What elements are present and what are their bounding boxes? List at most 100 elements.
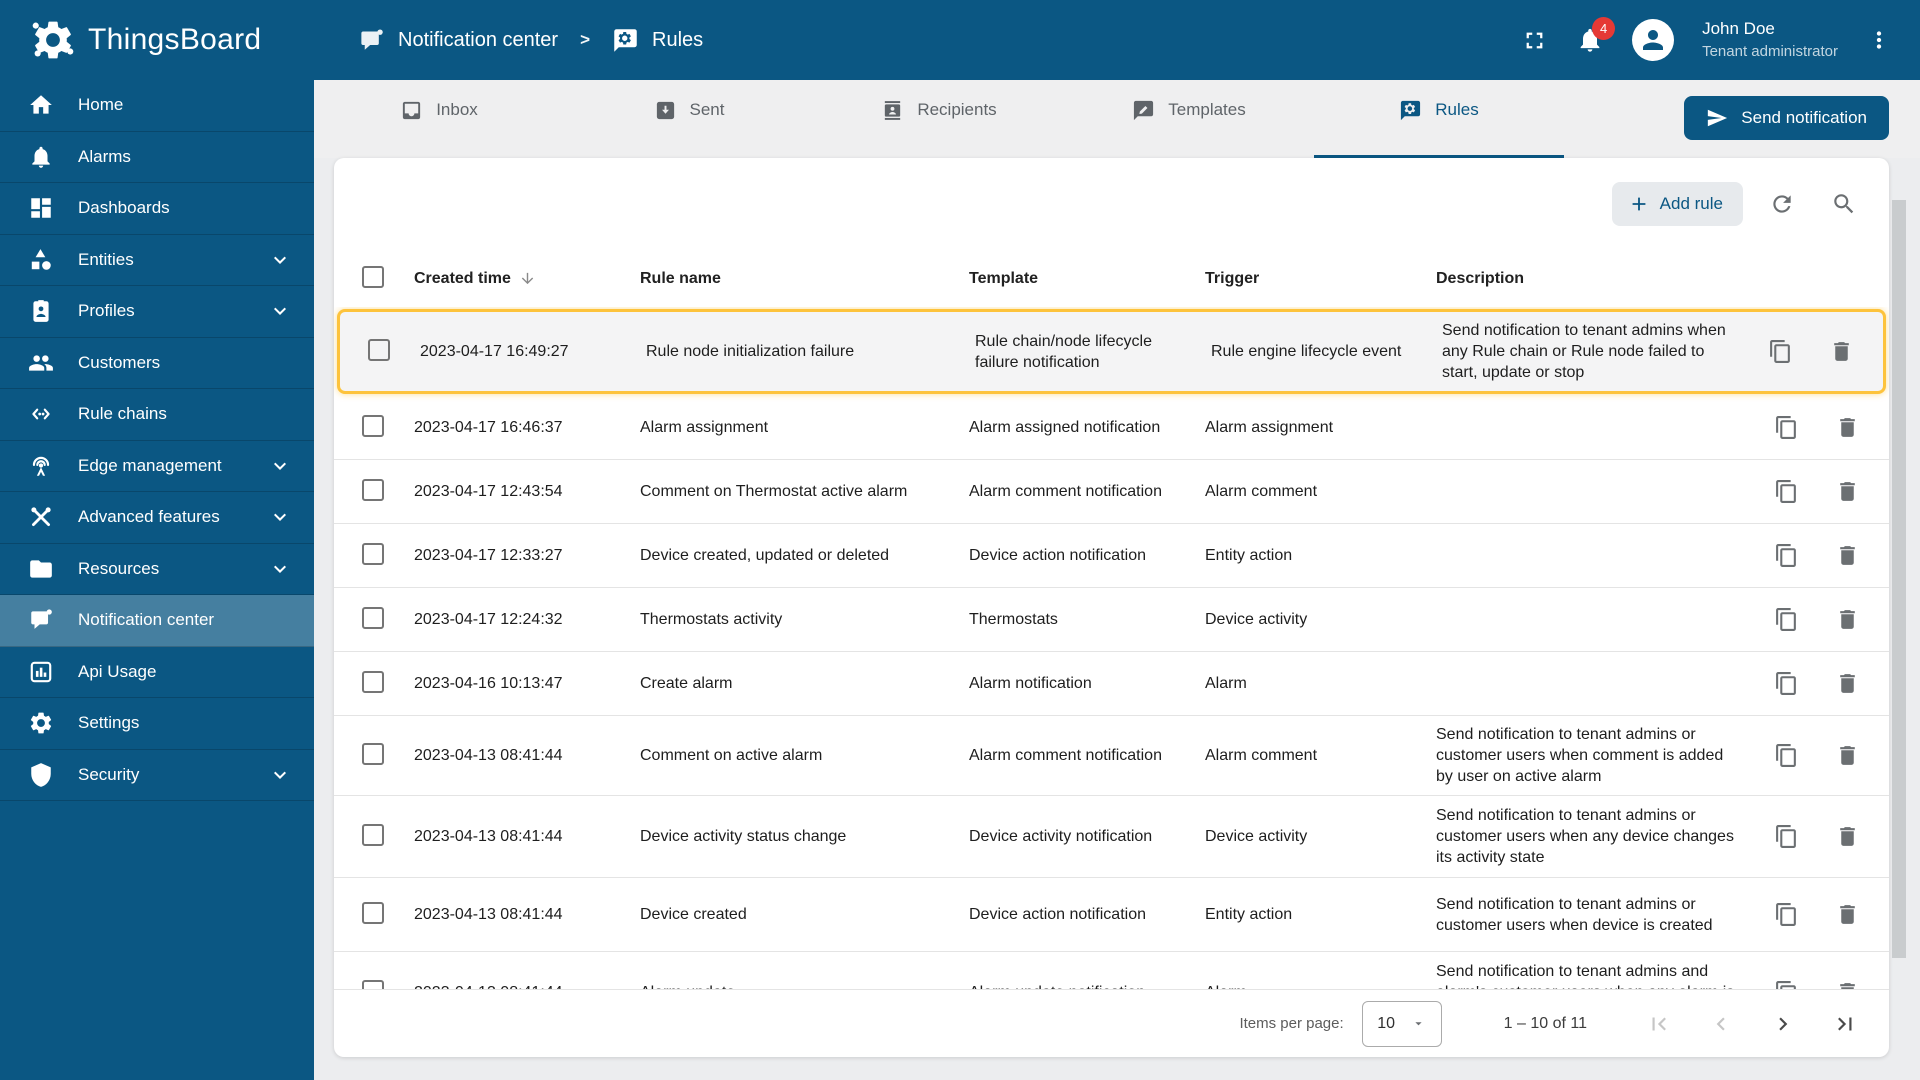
- table-row[interactable]: 2023-04-17 16:46:37 Alarm assignment Ala…: [334, 396, 1889, 460]
- row-checkbox[interactable]: [362, 479, 384, 501]
- tab-inbox[interactable]: Inbox: [314, 80, 564, 140]
- sidebar-item-notification-center[interactable]: Notification center: [0, 595, 314, 647]
- sidebar-item-security[interactable]: Security: [0, 750, 314, 801]
- user-avatar[interactable]: [1632, 19, 1675, 61]
- copy-rule-button[interactable]: [1774, 671, 1799, 696]
- user-name: John Doe: [1702, 19, 1775, 39]
- table-row[interactable]: 2023-04-17 16:49:27 Rule node initializa…: [337, 309, 1886, 394]
- sidebar-item-home[interactable]: Home: [0, 80, 314, 132]
- first-page-button[interactable]: [1645, 1010, 1673, 1038]
- row-checkbox[interactable]: [362, 415, 384, 437]
- previous-page-button[interactable]: [1707, 1010, 1735, 1038]
- trash-icon: [1840, 827, 1855, 846]
- row-checkbox[interactable]: [362, 902, 384, 924]
- fullscreen-button[interactable]: [1521, 27, 1548, 54]
- delete-rule-button[interactable]: [1835, 980, 1860, 989]
- column-header-template: Template: [969, 270, 1039, 287]
- next-page-button[interactable]: [1769, 1010, 1797, 1038]
- tab-sent[interactable]: Sent: [564, 80, 814, 140]
- table-row[interactable]: 2023-04-13 08:41:44 Comment on active al…: [334, 716, 1889, 796]
- sidebar-item-resources[interactable]: Resources: [0, 544, 314, 595]
- row-checkbox[interactable]: [362, 824, 384, 846]
- table-row[interactable]: 2023-04-17 12:33:27 Device created, upda…: [334, 524, 1889, 588]
- table-row[interactable]: 2023-04-13 08:41:44 Device created Devic…: [334, 878, 1889, 952]
- copy-rule-button[interactable]: [1774, 479, 1799, 504]
- delete-rule-button[interactable]: [1835, 743, 1860, 768]
- sort-created-time[interactable]: Created time: [414, 270, 640, 288]
- vertical-scrollbar[interactable]: [1892, 200, 1906, 958]
- plus-icon: [1632, 197, 1646, 211]
- sidebar-item-label: Api Usage: [78, 661, 157, 681]
- breadcrumb-notification-center[interactable]: Notification center: [358, 27, 558, 54]
- sidebar-item-profiles[interactable]: Profiles: [0, 286, 314, 338]
- select-all-checkbox[interactable]: [362, 266, 384, 288]
- delete-rule-button[interactable]: [1835, 824, 1860, 849]
- delete-rule-button[interactable]: [1829, 339, 1854, 364]
- shield-icon: [31, 762, 51, 787]
- breadcrumb-rules[interactable]: Rules: [612, 27, 703, 54]
- copy-rule-button[interactable]: [1768, 339, 1793, 364]
- copy-rule-button[interactable]: [1774, 415, 1799, 440]
- row-checkbox[interactable]: [362, 607, 384, 629]
- row-checkbox[interactable]: [362, 543, 384, 565]
- row-checkbox[interactable]: [362, 980, 384, 989]
- sidebar-item-customers[interactable]: Customers: [0, 338, 314, 389]
- copy-rule-button[interactable]: [1774, 607, 1799, 632]
- tab-templates[interactable]: Templates: [1064, 80, 1314, 140]
- row-checkbox[interactable]: [362, 671, 384, 693]
- table-row[interactable]: 2023-04-13 08:41:44 Device activity stat…: [334, 796, 1889, 878]
- cell-trigger: Entity action: [1205, 905, 1293, 923]
- search-button[interactable]: [1821, 181, 1867, 227]
- trash-icon: [1840, 482, 1855, 501]
- sidebar-item-rule-chains[interactable]: Rule chains: [0, 389, 314, 441]
- more-menu-button[interactable]: [1866, 27, 1892, 53]
- delete-rule-button[interactable]: [1835, 902, 1860, 927]
- copy-rule-button[interactable]: [1774, 980, 1799, 989]
- table-toolbar: Add rule: [334, 158, 1889, 250]
- delete-rule-button[interactable]: [1835, 543, 1860, 568]
- table-row[interactable]: 2023-04-16 10:13:47 Create alarm Alarm n…: [334, 652, 1889, 716]
- copy-icon: [1776, 672, 1796, 695]
- delete-rule-button[interactable]: [1835, 415, 1860, 440]
- row-checkbox[interactable]: [368, 339, 390, 361]
- tab-recipients[interactable]: Recipients: [814, 80, 1064, 140]
- page-size-select[interactable]: 10: [1361, 1000, 1442, 1047]
- sidebar-item-alarms[interactable]: Alarms: [0, 132, 314, 183]
- table-row[interactable]: 2023-04-17 12:24:32 Thermostats activity…: [334, 588, 1889, 652]
- sidebar-item-edge-management[interactable]: Edge management: [0, 441, 314, 492]
- row-checkbox[interactable]: [362, 743, 384, 765]
- tab-rules[interactable]: Rules: [1314, 80, 1564, 158]
- sidebar-item-label: Resources: [78, 558, 160, 578]
- delete-rule-button[interactable]: [1835, 607, 1860, 632]
- sidebar-item-label: Home: [78, 95, 124, 115]
- copy-rule-button[interactable]: [1774, 902, 1799, 927]
- trash-icon: [1840, 905, 1855, 924]
- copy-rule-button[interactable]: [1774, 824, 1799, 849]
- tab-bar: Inbox Sent Recipients Templates Rules Se…: [314, 80, 1920, 158]
- table-row[interactable]: 2023-04-13 08:41:44 Alarm update Alarm u…: [334, 952, 1889, 989]
- table-row[interactable]: 2023-04-17 12:43:54 Comment on Thermosta…: [334, 460, 1889, 524]
- notifications-button[interactable]: 4: [1576, 17, 1616, 54]
- cell-created-time: 2023-04-13 08:41:44: [414, 905, 563, 923]
- chevron-down-icon: [274, 565, 286, 573]
- copy-rule-button[interactable]: [1774, 543, 1799, 568]
- delete-rule-button[interactable]: [1835, 671, 1860, 696]
- copy-rule-button[interactable]: [1774, 743, 1799, 768]
- delete-rule-button[interactable]: [1835, 479, 1860, 504]
- sidebar-item-settings[interactable]: Settings: [0, 698, 314, 750]
- brand-logo[interactable]: ThingsBoard: [0, 17, 314, 63]
- refresh-button[interactable]: [1759, 181, 1805, 227]
- table-body: 2023-04-17 16:49:27 Rule node initializa…: [334, 307, 1889, 989]
- search-icon: [1834, 194, 1854, 214]
- sidebar-item-label: Advanced features: [78, 507, 220, 527]
- send-notification-button[interactable]: Send notification: [1684, 96, 1889, 140]
- sidebar-item-api-usage[interactable]: Api Usage: [0, 647, 314, 698]
- sidebar-item-dashboards[interactable]: Dashboards: [0, 183, 314, 235]
- person-icon: [1643, 30, 1664, 50]
- sidebar-item-label: Settings: [78, 713, 140, 733]
- avatar: [1632, 19, 1675, 61]
- sidebar-item-advanced-features[interactable]: Advanced features: [0, 492, 314, 544]
- add-rule-button[interactable]: Add rule: [1611, 182, 1743, 226]
- sidebar-item-entities[interactable]: Entities: [0, 235, 314, 286]
- last-page-button[interactable]: [1831, 1010, 1859, 1038]
